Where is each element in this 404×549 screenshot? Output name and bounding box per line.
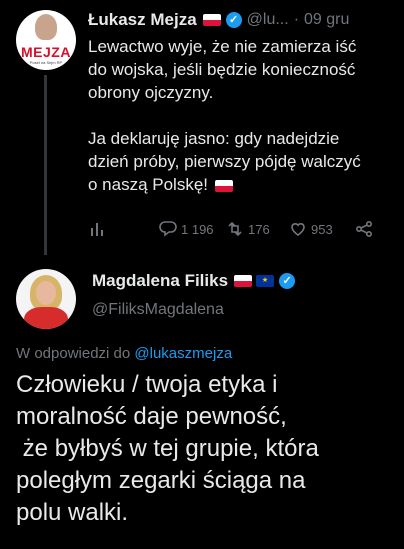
avatar-dress [24, 307, 68, 329]
author-name[interactable]: Łukasz Mejza [88, 10, 197, 30]
poland-flag-icon [202, 14, 221, 26]
tweet-mejza[interactable]: MEJZA Poseł na Sejm RP Łukasz Mejza ✓ @l… [0, 0, 404, 255]
reply-context: W odpowiedzi do @lukaszmejza [16, 345, 232, 362]
tweet-header: Magdalena Filiks ★ ✓ [92, 271, 296, 291]
avatar-face [36, 281, 56, 305]
reply-handle-link[interactable]: @lukaszmejza [134, 345, 232, 362]
tweet-text: Lewactwo wyje, że nie zamierza iść do wo… [88, 35, 393, 196]
verified-badge-icon: ✓ [225, 12, 242, 28]
avatar-sub: Poseł na Sejm RP [29, 60, 63, 65]
poland-flag-icon [234, 275, 253, 287]
separator: · [293, 11, 300, 28]
avatar[interactable]: MEJZA Poseł na Sejm RP [16, 10, 76, 70]
share-icon [355, 220, 373, 238]
tweet-text-content: Lewactwo wyje, że nie zamierza iść do wo… [88, 37, 361, 194]
tweet-text: Człowieku / twoja etyka i moralność daje… [16, 371, 319, 526]
reply-icon [159, 221, 177, 237]
eu-flag-icon: ★ [256, 275, 275, 287]
retweet-icon [228, 221, 242, 237]
analytics-button[interactable] [88, 218, 108, 240]
share-button[interactable] [354, 218, 374, 240]
author-name[interactable]: Magdalena Filiks [92, 271, 228, 291]
avatar-photo [35, 14, 57, 40]
author-handle[interactable]: @lu... [247, 11, 289, 29]
verified-badge-icon: ✓ [279, 273, 296, 289]
reply-prefix: W odpowiedzi do [16, 345, 135, 362]
retweet-count: 176 [248, 221, 270, 237]
reply-count: 1 196 [181, 221, 214, 237]
retweet-button[interactable]: 176 [225, 218, 270, 240]
thread-line [44, 75, 47, 255]
tweet-header: Łukasz Mejza ✓ @lu... · 09 gru [88, 8, 398, 32]
timestamp[interactable]: 09 gru [304, 11, 349, 29]
avatar-logo: MEJZA [21, 44, 71, 60]
tweet-actions: 1 196 176 953 [88, 218, 388, 240]
avatar[interactable] [16, 269, 76, 329]
like-count: 953 [311, 221, 333, 237]
reply-button[interactable]: 1 196 [158, 218, 214, 240]
poland-flag-icon [214, 179, 233, 192]
author-handle[interactable]: @FiliksMagdalena [92, 301, 224, 319]
tweet-filiks[interactable]: Magdalena Filiks ★ ✓ @FiliksMagdalena W … [0, 255, 404, 549]
like-button[interactable]: 953 [288, 218, 333, 240]
analytics-icon [91, 223, 103, 236]
heart-icon [291, 223, 305, 236]
